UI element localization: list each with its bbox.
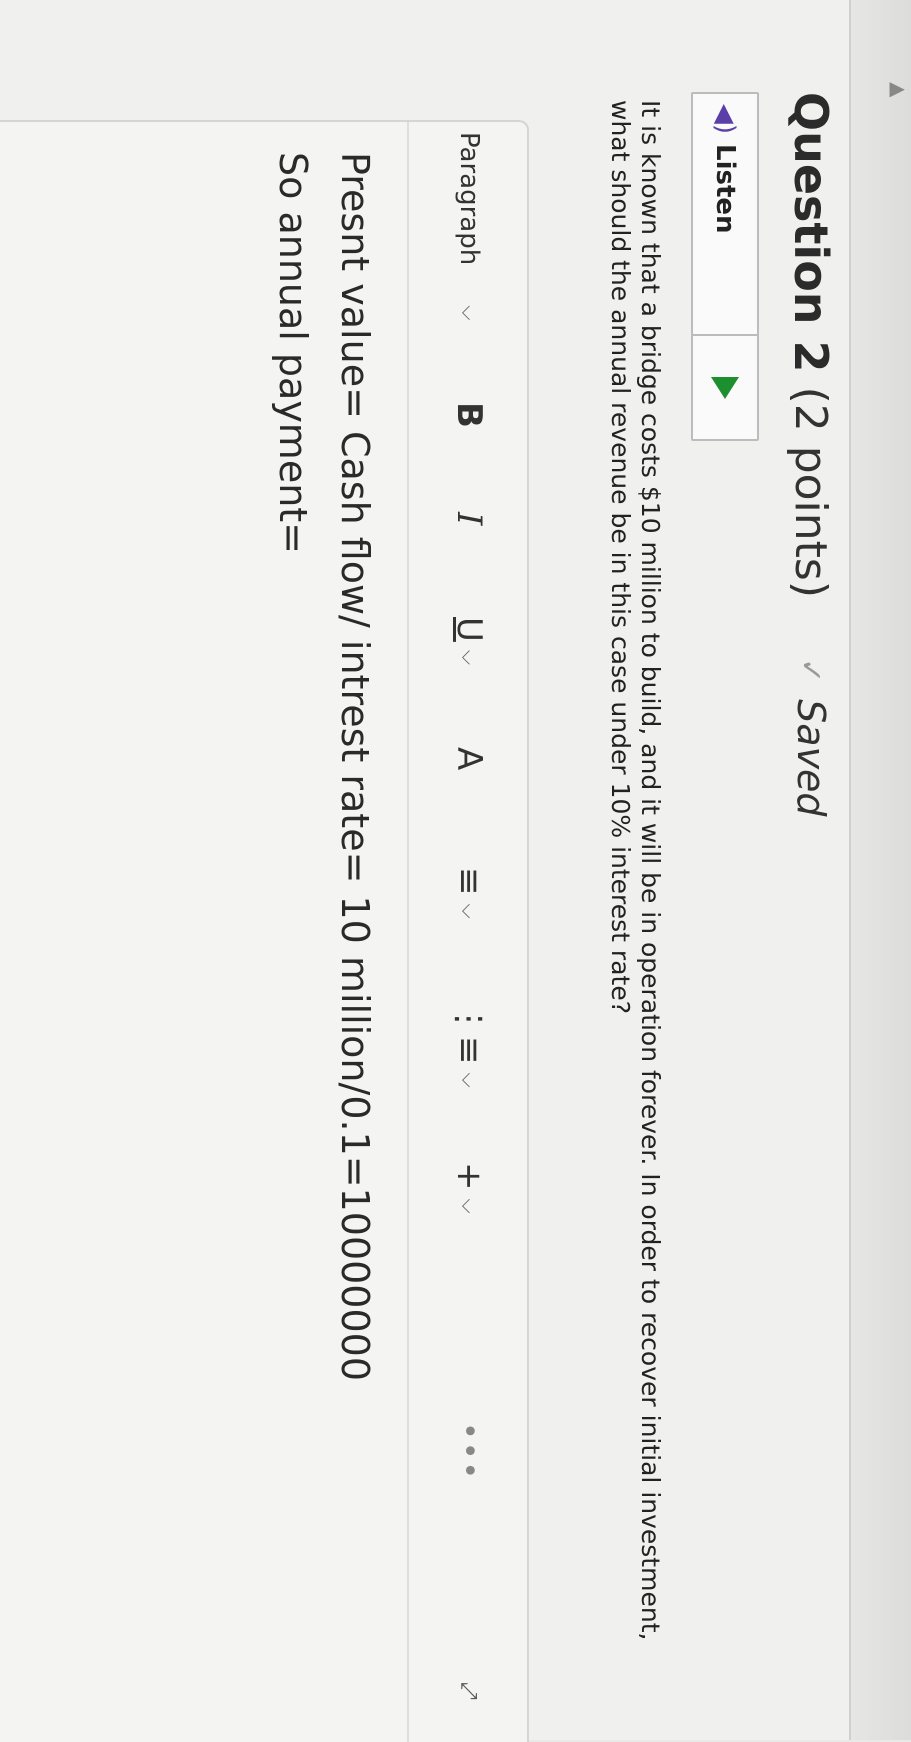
chevron-down-icon: ⌵	[457, 649, 481, 666]
page-stage: ▲ Question 2 (2 points) ✓ Saved ◀) Liste…	[0, 0, 911, 1742]
question-header: Question 2 (2 points) ✓ Saved	[781, 92, 841, 817]
saved-status: ✓ Saved	[789, 658, 833, 817]
question-title: Question 2	[784, 92, 838, 373]
chevron-down-icon: ⌵	[457, 1072, 481, 1088]
align-icon: ≡	[449, 867, 489, 896]
expand-icon: ⤢	[456, 1682, 482, 1700]
play-icon	[711, 376, 739, 399]
chevron-down-icon: ⌵	[457, 1198, 481, 1214]
list-dropdown[interactable]: ⋮≡ ⌵	[429, 1002, 509, 1088]
bold-button[interactable]: B	[429, 402, 509, 428]
chevron-down-icon: ⌵	[457, 305, 481, 321]
saved-label: Saved	[789, 699, 833, 817]
font-color-icon: A	[449, 747, 489, 771]
check-icon: ✓	[793, 658, 829, 684]
speaker-icon: ◀)	[710, 103, 740, 135]
italic-icon: I	[449, 512, 489, 526]
list-icon: ⋮≡	[449, 1002, 489, 1065]
font-color-button[interactable]: A	[429, 747, 509, 770]
listen-label: Listen	[710, 144, 740, 234]
bold-icon: B	[449, 402, 489, 428]
chevron-down-icon: ⌵	[457, 903, 481, 919]
listen-button[interactable]: ◀) Listen	[691, 92, 759, 441]
insert-dropdown[interactable]: + ⌵	[429, 1162, 509, 1214]
more-icon: •••	[451, 1422, 487, 1482]
top-bar: ▲	[849, 0, 911, 1740]
italic-button[interactable]: I	[429, 512, 509, 525]
editor-toolbar: Paragraph ⌵ B I U ⌵ A ≡ ⌵ ⋮≡ ⌵ + ⌵ ••• ⤢	[407, 122, 527, 1742]
more-button[interactable]: •••	[429, 1422, 509, 1481]
align-dropdown[interactable]: ≡ ⌵	[429, 867, 509, 919]
collapse-arrow-icon[interactable]: ▲	[887, 82, 911, 97]
paragraph-label: Paragraph	[454, 132, 484, 266]
answer-line-1: Presnt value= Cash flow/ intrest rate= 1…	[333, 152, 377, 1382]
question-text: It is known that a bridge costs $10 mill…	[606, 100, 665, 1641]
answer-editor[interactable]: Paragraph ⌵ B I U ⌵ A ≡ ⌵ ⋮≡ ⌵ + ⌵ ••• ⤢…	[0, 120, 529, 1742]
expand-button[interactable]: ⤢	[429, 1682, 509, 1700]
play-button[interactable]	[711, 336, 739, 439]
plus-icon: +	[449, 1162, 489, 1191]
answer-line-2: So annual payment=	[271, 152, 315, 555]
underline-dropdown[interactable]: U ⌵	[429, 617, 509, 665]
question-points: (2 points)	[785, 386, 837, 599]
paragraph-dropdown[interactable]: Paragraph ⌵	[429, 132, 509, 320]
underline-icon: U	[449, 617, 489, 642]
